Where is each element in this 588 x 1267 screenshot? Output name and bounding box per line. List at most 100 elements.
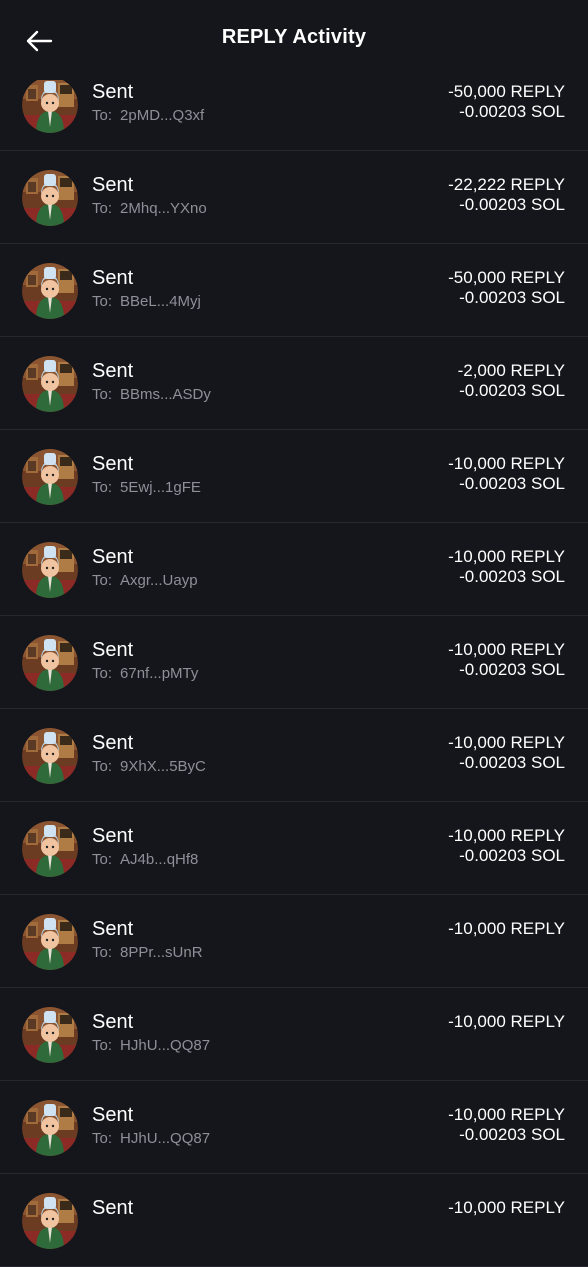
token-amount: -10,000 REPLY <box>448 1012 565 1031</box>
activity-row[interactable]: Sent To: AJ4b...qHf8 -10,000 REPLY -0.002… <box>0 802 588 895</box>
activity-row[interactable]: Sent To: HJhU...QQ87 -10,000 REPLY <box>0 988 588 1081</box>
recipient-address: 2pMD...Q3xf <box>120 107 205 124</box>
token-avatar <box>22 728 78 784</box>
recipient-label: To: <box>92 944 113 961</box>
amounts: -50,000 REPLY -0.00203 SOL <box>448 82 565 122</box>
row-details: Sent <box>92 1196 133 1242</box>
avatar-image <box>22 1007 78 1063</box>
sol-fee-amount: -0.00203 SOL <box>459 102 565 121</box>
token-amount: -10,000 REPLY <box>448 1198 565 1217</box>
activity-row[interactable]: Sent To: 5Ewj...1gFE -10,000 REPLY -0.002… <box>0 430 588 523</box>
avatar-image <box>22 1100 78 1156</box>
recipient-line: To: HJhU...QQ87 <box>92 1036 210 1056</box>
amounts: -10,000 REPLY -0.00203 SOL <box>448 640 565 680</box>
recipient-address: 5Ewj...1gFE <box>120 479 201 496</box>
activity-row[interactable]: Sent To: 8PPr...sUnR -10,000 REPLY <box>0 895 588 988</box>
amounts: -10,000 REPLY <box>448 919 565 939</box>
transaction-status: Sent <box>92 546 134 568</box>
sol-fee-amount: -0.00203 SOL <box>459 474 565 493</box>
recipient-address: 67nf...pMTy <box>120 665 199 682</box>
avatar-image <box>22 77 78 133</box>
token-avatar <box>22 635 78 691</box>
row-details: Sent To: HJhU...QQ87 <box>92 1103 210 1149</box>
token-avatar <box>22 914 78 970</box>
recipient-label: To: <box>92 572 113 589</box>
activity-row[interactable]: Sent To: BBeL...4Myj -50,000 REPLY -0.002… <box>0 244 588 337</box>
recipient-label: To: <box>92 479 113 496</box>
token-amount: -10,000 REPLY <box>448 733 565 752</box>
token-amount: -50,000 REPLY <box>448 82 565 101</box>
row-details: Sent To: BBms...ASDy <box>92 359 211 405</box>
token-amount: -10,000 REPLY <box>448 640 565 659</box>
transaction-status: Sent <box>92 639 134 661</box>
recipient-line: To: BBeL...4Myj <box>92 292 201 312</box>
recipient-line: To: 8PPr...sUnR <box>92 943 203 963</box>
row-details: Sent To: 9XhX...5ByC <box>92 731 206 777</box>
app-header: REPLY Activity <box>0 0 588 80</box>
avatar-image <box>22 635 78 691</box>
sol-fee-amount: -0.00203 SOL <box>459 1125 565 1144</box>
token-avatar <box>22 77 78 133</box>
amounts: -10,000 REPLY <box>448 1012 565 1032</box>
recipient-address: BBeL...4Myj <box>120 293 201 310</box>
token-amount: -2,000 REPLY <box>457 361 565 380</box>
amounts: -10,000 REPLY -0.00203 SOL <box>448 454 565 494</box>
recipient-line: To: BBms...ASDy <box>92 385 211 405</box>
token-amount: -10,000 REPLY <box>448 826 565 845</box>
recipient-label: To: <box>92 200 113 217</box>
transaction-status: Sent <box>92 267 134 289</box>
token-amount: -10,000 REPLY <box>448 1105 565 1124</box>
activity-row[interactable]: Sent To: HJhU...QQ87 -10,000 REPLY -0.002… <box>0 1081 588 1174</box>
amounts: -2,000 REPLY -0.00203 SOL <box>458 361 565 401</box>
token-avatar <box>22 1007 78 1063</box>
activity-row[interactable]: Sent To: 67nf...pMTy -10,000 REPLY -0.002… <box>0 616 588 709</box>
recipient-address: 2Mhq...YXno <box>120 200 207 217</box>
activity-row[interactable]: Sent To: 2Mhq...YXno -22,222 REPLY -0.002… <box>0 151 588 244</box>
amounts: -10,000 REPLY -0.00203 SOL <box>448 826 565 866</box>
transaction-status: Sent <box>92 825 134 847</box>
amounts: -10,000 REPLY <box>448 1198 565 1218</box>
recipient-label: To: <box>92 1037 113 1054</box>
amounts: -22,222 REPLY -0.00203 SOL <box>448 175 565 215</box>
row-details: Sent To: Axgr...Uayp <box>92 545 198 591</box>
recipient-label: To: <box>92 851 113 868</box>
transaction-status: Sent <box>92 1104 134 1126</box>
activity-row[interactable]: Sent -10,000 REPLY <box>0 1174 588 1267</box>
recipient-line: To: 2Mhq...YXno <box>92 199 207 219</box>
recipient-label: To: <box>92 1130 113 1147</box>
activity-row[interactable]: Sent To: BBms...ASDy -2,000 REPLY -0.0020… <box>0 337 588 430</box>
token-amount: -10,000 REPLY <box>448 547 565 566</box>
token-avatar <box>22 170 78 226</box>
token-avatar <box>22 1100 78 1156</box>
avatar-image <box>22 263 78 319</box>
recipient-line: To: 9XhX...5ByC <box>92 757 206 777</box>
row-details: Sent To: AJ4b...qHf8 <box>92 824 198 870</box>
token-avatar <box>22 542 78 598</box>
recipient-label: To: <box>92 107 113 124</box>
recipient-line: To: 67nf...pMTy <box>92 664 198 684</box>
activity-row[interactable]: Sent To: Axgr...Uayp -10,000 REPLY -0.002… <box>0 523 588 616</box>
sol-fee-amount: -0.00203 SOL <box>459 288 565 307</box>
recipient-line: To: HJhU...QQ87 <box>92 1129 210 1149</box>
token-avatar <box>22 1193 78 1249</box>
transaction-status: Sent <box>92 81 134 103</box>
transaction-status: Sent <box>92 732 134 754</box>
activity-row[interactable]: Sent To: 9XhX...5ByC -10,000 REPLY -0.002… <box>0 709 588 802</box>
recipient-address: HJhU...QQ87 <box>120 1130 211 1147</box>
transaction-status: Sent <box>92 1011 134 1033</box>
token-avatar <box>22 263 78 319</box>
sol-fee-amount: -0.00203 SOL <box>459 753 565 772</box>
page-title: REPLY Activity <box>221 26 367 48</box>
recipient-address: 8PPr...sUnR <box>120 944 203 961</box>
avatar-image <box>22 542 78 598</box>
avatar-image <box>22 1193 78 1249</box>
recipient-address: 9XhX...5ByC <box>120 758 206 775</box>
sol-fee-amount: -0.00203 SOL <box>459 846 565 865</box>
row-details: Sent To: HJhU...QQ87 <box>92 1010 210 1056</box>
avatar-image <box>22 728 78 784</box>
row-details: Sent To: 67nf...pMTy <box>92 638 198 684</box>
avatar-image <box>22 356 78 412</box>
transaction-status: Sent <box>92 918 134 940</box>
sol-fee-amount: -0.00203 SOL <box>459 567 565 586</box>
recipient-address: AJ4b...qHf8 <box>120 851 199 868</box>
